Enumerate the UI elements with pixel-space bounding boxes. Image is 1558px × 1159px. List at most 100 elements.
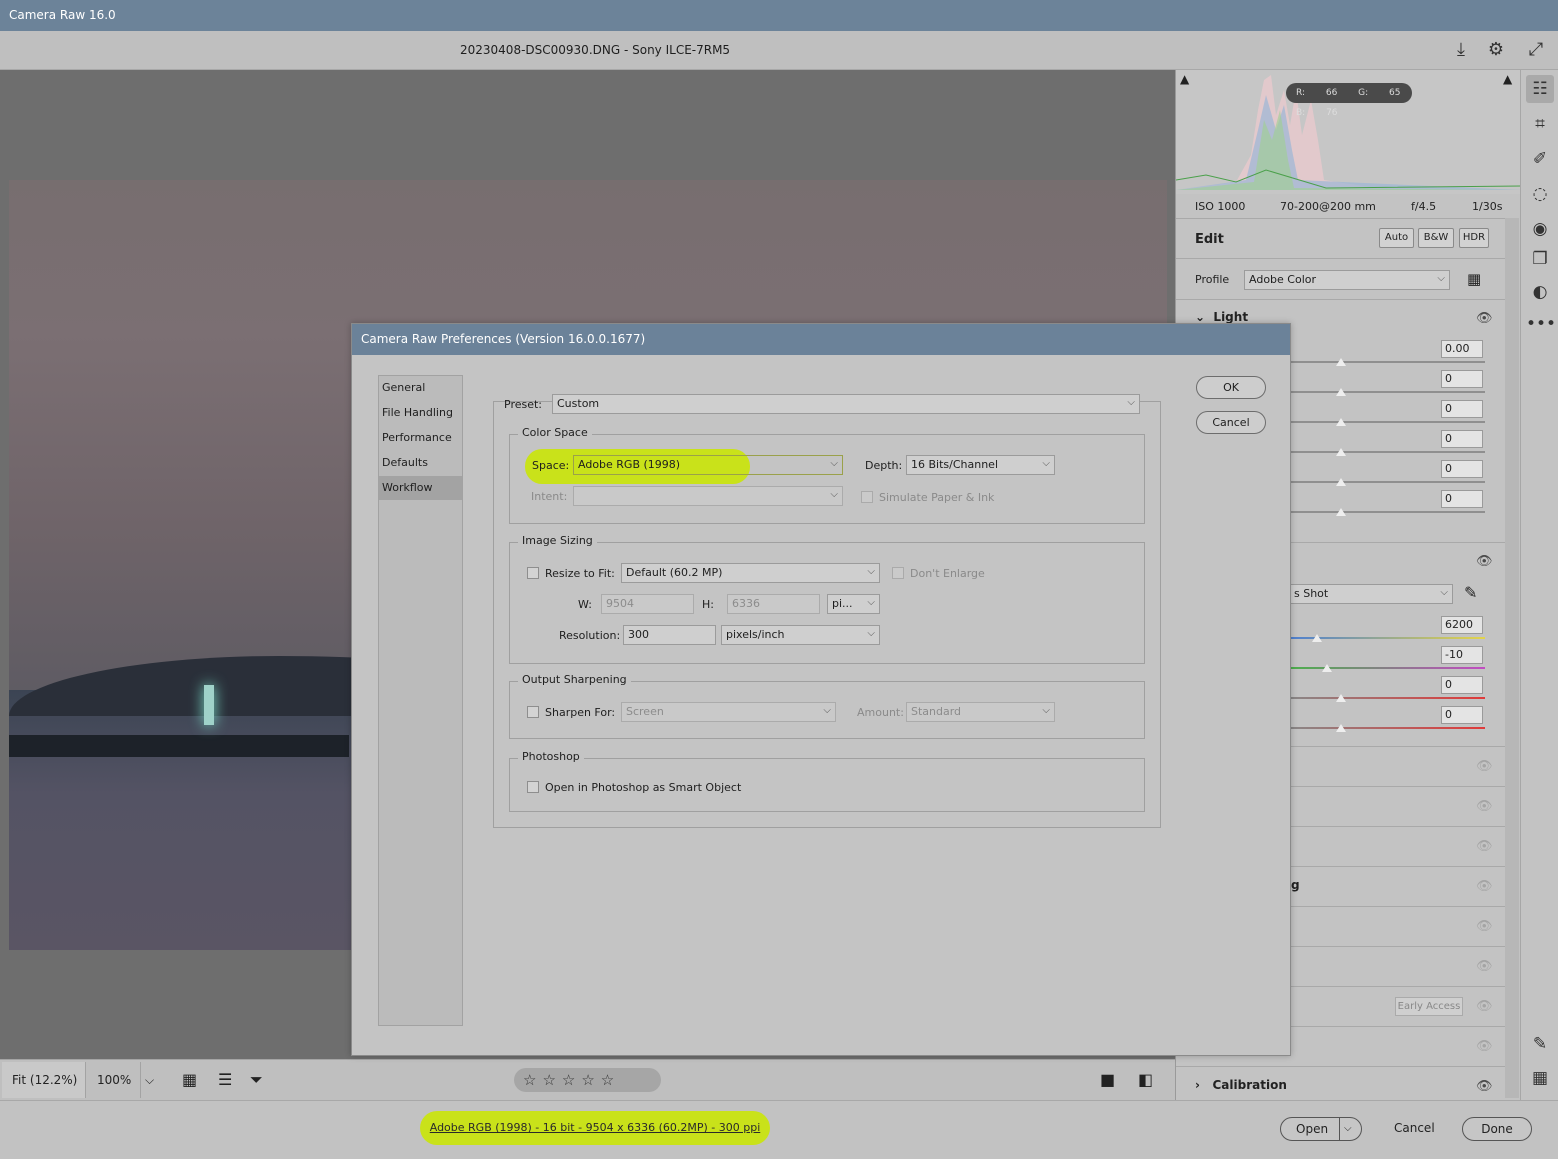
contrast-value[interactable]: 0 (1441, 370, 1483, 388)
exif-bar: ISO 1000 70-200@200 mm f/4.5 1/30s (1176, 194, 1521, 218)
eyedropper-icon[interactable]: ✎ (1464, 583, 1477, 602)
preferences-nav: General File Handling Performance Defaul… (378, 375, 463, 1026)
calibration-label: Calibration (1212, 1078, 1287, 1092)
section-eye-icon[interactable]: 👁 (1476, 1039, 1493, 1054)
open-label: Open (1296, 1122, 1329, 1136)
dont-enlarge-checkbox[interactable] (892, 567, 904, 579)
workflow-options-link[interactable]: Adobe RGB (1998) - 16 bit - 9504 x 6336 … (420, 1111, 770, 1145)
profile-label: Profile (1195, 273, 1230, 286)
resolution-unit-dropdown[interactable]: pixels/inch (721, 625, 880, 645)
red-eye-icon[interactable]: ◉ (1526, 215, 1554, 243)
color-space-title: Color Space (518, 426, 592, 439)
output-sharpening-title: Output Sharpening (518, 673, 631, 686)
calibration-section-header[interactable]: › Calibration (1195, 1078, 1287, 1092)
sharpen-for-dropdown[interactable]: Screen (621, 702, 836, 722)
simulate-paper-checkbox[interactable] (861, 491, 873, 503)
color-sampler-icon[interactable]: ✎ (1526, 1030, 1554, 1058)
before-after-icon[interactable]: ■ (1090, 1062, 1120, 1098)
shadow-clipping-icon[interactable]: ▲ (1180, 72, 1189, 86)
nav-workflow[interactable]: Workflow (379, 476, 462, 500)
dont-enlarge-label: Don't Enlarge (910, 567, 985, 580)
section-eye-icon[interactable]: 👁 (1476, 759, 1493, 774)
profile-browser-icon[interactable]: ▦ (1467, 270, 1481, 288)
masking-icon[interactable]: ◌ (1526, 180, 1554, 208)
bw-button[interactable]: B&W (1418, 228, 1454, 248)
preferences-dialog: Camera Raw Preferences (Version 16.0.0.1… (351, 323, 1291, 1056)
healing-icon[interactable]: ✐ (1526, 145, 1554, 173)
edit-title: Edit (1195, 232, 1224, 247)
size-unit-dropdown[interactable]: pi... (827, 594, 880, 614)
resize-to-fit-checkbox[interactable] (527, 567, 539, 579)
blacks-value[interactable]: 0 (1441, 490, 1483, 508)
fullscreen-icon[interactable]: ⤢ (1525, 39, 1547, 61)
section-eye-icon[interactable]: 👁 (1476, 919, 1493, 934)
photo-pier (9, 735, 349, 757)
done-button[interactable]: Done (1462, 1117, 1532, 1141)
sharpen-for-checkbox[interactable] (527, 706, 539, 718)
grid-icon[interactable]: ▦ (1526, 1064, 1554, 1092)
presets-icon[interactable]: ◐ (1526, 278, 1554, 306)
open-button[interactable]: Open ⌵ (1280, 1117, 1362, 1141)
highlight-clipping-icon[interactable]: ▲ (1503, 72, 1512, 86)
white-balance-dropdown[interactable]: s Shot (1289, 584, 1453, 604)
open-options-chevron-icon[interactable]: ⌵ (1344, 1118, 1352, 1140)
hdr-button[interactable]: HDR (1459, 228, 1489, 248)
fit-zoom-button[interactable]: Fit (12.2%) (2, 1062, 86, 1098)
snapshots-icon[interactable]: ❐ (1526, 245, 1554, 273)
space-dropdown[interactable]: Adobe RGB (1998) (573, 455, 843, 475)
filter-icon[interactable]: ⏷ (240, 1062, 270, 1098)
section-eye-icon[interactable]: 👁 (1476, 839, 1493, 854)
gear-icon[interactable]: ⚙ (1485, 39, 1507, 61)
light-section-header[interactable]: ⌄ Light (1195, 310, 1248, 324)
nav-general[interactable]: General (379, 376, 462, 400)
light-label: Light (1213, 310, 1249, 324)
calibration-eye-icon[interactable]: 👁 (1476, 1079, 1493, 1094)
height-label: H: (702, 598, 714, 611)
highlights-value[interactable]: 0 (1441, 400, 1483, 418)
resize-to-fit-dropdown[interactable]: Default (60.2 MP) (621, 563, 880, 583)
section-eye-icon[interactable]: 👁 (1476, 959, 1493, 974)
light-visibility-eye-icon[interactable]: 👁 (1476, 311, 1493, 326)
histogram: ▲ ▲ R: 66 G: 65 B: 76 (1176, 70, 1521, 194)
section-eye-icon[interactable]: 👁 (1476, 879, 1493, 894)
zoom-dropdown-chevron-icon[interactable]: ⌵ (140, 1062, 158, 1098)
nav-performance[interactable]: Performance (379, 426, 462, 450)
profile-dropdown[interactable]: Adobe Color (1244, 270, 1450, 290)
height-input[interactable]: 6336 (727, 594, 820, 614)
sort-icon[interactable]: ☰ (208, 1062, 238, 1098)
amount-label: Amount: (857, 706, 904, 719)
width-input[interactable]: 9504 (601, 594, 694, 614)
cancel-button[interactable]: Cancel (1394, 1121, 1435, 1135)
window-titlebar: Camera Raw 16.0 (0, 0, 1558, 31)
smart-object-checkbox[interactable] (527, 781, 539, 793)
temp-value[interactable]: 6200 (1441, 616, 1483, 634)
depth-dropdown[interactable]: 16 Bits/Channel (906, 455, 1055, 475)
intent-dropdown[interactable] (573, 486, 843, 506)
tint-value[interactable]: -10 (1441, 646, 1483, 664)
exposure-value[interactable]: 0.00 (1441, 340, 1483, 358)
preset-dropdown[interactable]: Custom (552, 394, 1140, 414)
auto-button[interactable]: Auto (1379, 228, 1414, 248)
crop-icon[interactable]: ⌗ (1526, 110, 1554, 138)
whites-value[interactable]: 0 (1441, 460, 1483, 478)
save-image-icon[interactable]: ⤓ (1450, 39, 1472, 61)
vibrance-value[interactable]: 0 (1441, 676, 1483, 694)
nav-defaults[interactable]: Defaults (379, 451, 462, 475)
nav-file-handling[interactable]: File Handling (379, 401, 462, 425)
shadows-value[interactable]: 0 (1441, 430, 1483, 448)
section-eye-icon[interactable]: 👁 (1476, 999, 1493, 1014)
filmstrip-icon[interactable]: ▦ (172, 1062, 202, 1098)
resolution-input[interactable]: 300 (623, 625, 716, 645)
zoom-100-button[interactable]: 100% (87, 1062, 139, 1098)
saturation-value[interactable]: 0 (1441, 706, 1483, 724)
panel-scrollbar[interactable] (1505, 218, 1519, 1098)
ok-button[interactable]: OK (1196, 376, 1266, 399)
star-rating[interactable]: ☆☆☆☆☆ (514, 1068, 661, 1092)
section-eye-icon[interactable]: 👁 (1476, 799, 1493, 814)
edit-sliders-icon[interactable]: ☷ (1526, 75, 1554, 103)
compare-view-icon[interactable]: ◧ (1128, 1062, 1158, 1098)
color-visibility-eye-icon[interactable]: 👁 (1476, 554, 1493, 569)
amount-dropdown[interactable]: Standard (906, 702, 1055, 722)
dialog-cancel-button[interactable]: Cancel (1196, 411, 1266, 434)
more-options-icon[interactable]: ••• (1526, 310, 1556, 338)
